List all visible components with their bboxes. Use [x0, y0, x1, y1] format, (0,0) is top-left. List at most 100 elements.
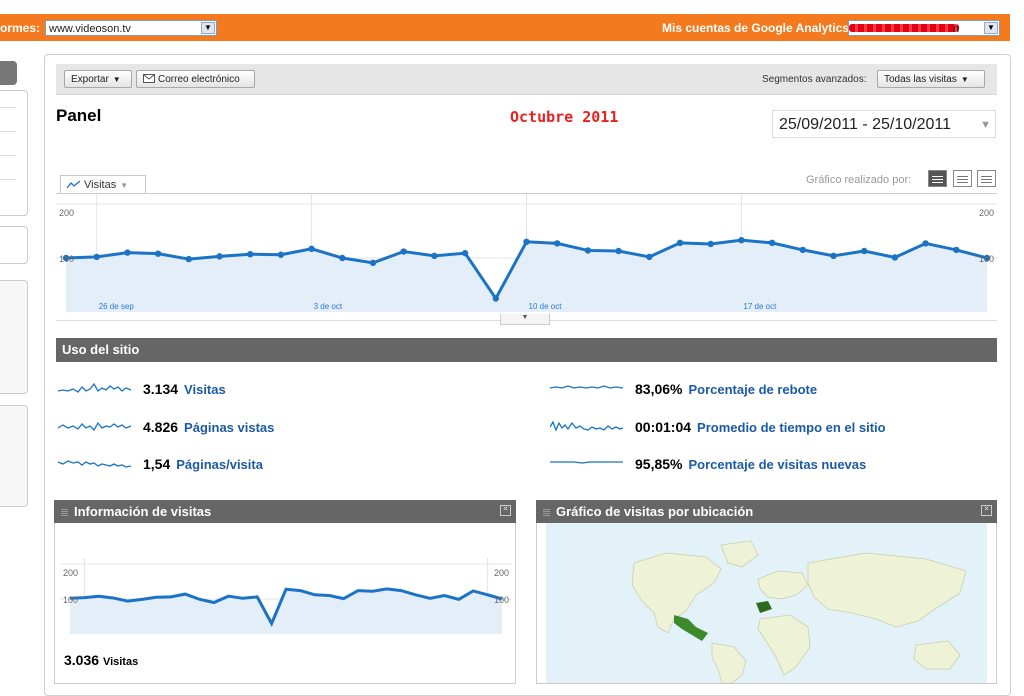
metric-link[interactable]: Páginas/visita	[176, 457, 263, 472]
x-tick-label: 10 de oct	[529, 302, 563, 311]
visits-info-title: Información de visitas	[74, 504, 212, 519]
map-widget-header[interactable]: Gráfico de visitas por ubicación ✕	[536, 500, 997, 523]
metric-value: 3.134	[143, 381, 179, 397]
close-icon[interactable]: ✕	[981, 505, 992, 516]
toolbar: Exportar ▼ Correo electrónico Segmentos a…	[56, 64, 997, 95]
metric-value: 4.826	[143, 419, 179, 435]
metric-tab-label: Visitas	[84, 179, 117, 191]
view-day-button[interactable]	[928, 170, 947, 187]
metric-link[interactable]: Porcentaje de visitas nuevas	[688, 457, 866, 472]
sidebar-menu	[0, 90, 28, 216]
sidebar-active-item[interactable]	[0, 61, 17, 85]
month-annotation: Octubre 2011	[510, 108, 619, 126]
drag-handle-icon[interactable]	[61, 508, 68, 516]
metric-link[interactable]: Promedio de tiempo en el sitio	[697, 420, 886, 435]
data-point	[554, 240, 561, 247]
map-widget-title: Gráfico de visitas por ubicación	[556, 504, 754, 519]
export-button[interactable]: Exportar ▼	[64, 70, 132, 88]
site-select-value: www.videoson.tv	[49, 23, 131, 35]
drag-handle-icon[interactable]	[543, 508, 550, 516]
data-point	[185, 255, 192, 263]
data-point	[308, 245, 315, 253]
sidebar-box	[0, 226, 28, 264]
collapse-chart-button[interactable]: ▼	[500, 314, 550, 325]
accounts-label: Mis cuentas de Google Analytics:	[662, 21, 853, 35]
metric-link[interactable]: Páginas vistas	[184, 420, 274, 435]
sparkline	[58, 460, 132, 468]
metric-value: 83,06%	[635, 381, 683, 397]
map-widget	[536, 523, 997, 684]
data-point	[891, 254, 899, 261]
data-point	[676, 239, 684, 247]
email-label: Correo electrónico	[158, 74, 240, 85]
site-select[interactable]: www.videoson.tv ▼	[45, 20, 217, 36]
export-label: Exportar	[71, 74, 109, 85]
sparkline	[550, 385, 624, 389]
metric-link[interactable]: Visitas	[184, 382, 226, 397]
visits-info-header[interactable]: Información de visitas ✕	[54, 500, 516, 523]
metric-value: 95,85%	[635, 456, 683, 472]
segments-label: Segmentos avanzados:	[762, 74, 867, 85]
data-point	[400, 248, 407, 255]
close-icon[interactable]: ✕	[500, 505, 511, 516]
page-title: Panel	[56, 106, 102, 125]
y-tick-label-right: 100	[979, 254, 994, 264]
view-month-button[interactable]	[977, 170, 996, 187]
account-select[interactable]: n ▼	[848, 20, 1000, 36]
data-point	[277, 251, 285, 258]
date-range-value: 25/09/2011 - 25/10/2011	[779, 116, 951, 133]
caret-down-icon: ▼	[120, 181, 129, 190]
sidebar-divider	[0, 179, 16, 180]
data-point	[861, 247, 868, 255]
x-tick-label: 26 de sep	[99, 302, 135, 311]
data-point	[124, 249, 131, 256]
visits-chart[interactable]: 100 100 200 200 26 de sep 3 de oct 10 de oct 17…	[56, 194, 997, 318]
date-range-picker[interactable]: 25/09/2011 - 25/10/2011 ▼	[772, 110, 996, 138]
metric-link[interactable]: Porcentaje de rebote	[688, 382, 817, 397]
data-point	[830, 252, 837, 260]
visits-total: 3.036 Visitas	[64, 652, 138, 668]
data-point	[707, 240, 714, 248]
sidebar-box	[0, 280, 28, 394]
top-bar: ormes: www.videoson.tv ▼ Mis cuentas de …	[0, 14, 1010, 41]
chevron-down-icon[interactable]: ▼	[980, 111, 991, 139]
segments-value: Todas las visitas	[884, 74, 957, 85]
y-tick-label-left: 100	[59, 254, 74, 264]
segments-dropdown[interactable]: Todas las visitas ▼	[877, 70, 985, 88]
data-point	[523, 238, 530, 245]
y-tick-label-right: 200	[494, 568, 509, 578]
data-point	[247, 251, 254, 258]
visits-mini-chart[interactable]: 100 100 200 200	[60, 558, 512, 636]
sparkline	[550, 461, 623, 464]
data-point	[369, 259, 377, 267]
data-point	[154, 250, 162, 257]
data-point	[799, 246, 806, 254]
world-map[interactable]	[546, 523, 987, 683]
sidebar-box	[0, 405, 28, 507]
data-point	[431, 252, 438, 260]
caret-down-icon: ▼	[112, 75, 121, 84]
series-area	[66, 240, 987, 312]
chevron-down-icon[interactable]: ▼	[201, 22, 215, 34]
data-point	[339, 254, 346, 262]
email-button[interactable]: Correo electrónico	[136, 70, 255, 88]
sidebar-divider	[0, 155, 16, 156]
y-tick-label-left: 200	[59, 208, 74, 218]
data-point	[216, 253, 223, 260]
metric-selector-tab[interactable]: Visitas ▼	[60, 175, 146, 193]
view-week-button[interactable]	[953, 170, 972, 187]
account-select-value: n	[953, 23, 960, 35]
data-point	[461, 249, 469, 257]
site-usage-header: Uso del sitio	[56, 338, 997, 362]
line-chart-icon	[66, 180, 81, 189]
sparkline	[58, 382, 132, 393]
chevron-down-icon[interactable]: ▼	[984, 22, 998, 34]
x-tick-label: 17 de oct	[743, 302, 777, 311]
sidebar-divider	[0, 131, 16, 132]
visits-total-label: Visitas	[102, 656, 139, 668]
data-point	[584, 247, 592, 254]
data-point	[953, 246, 960, 254]
data-point	[922, 240, 929, 247]
y-tick-label-right: 200	[979, 208, 994, 218]
x-tick-label: 3 de oct	[314, 302, 343, 311]
